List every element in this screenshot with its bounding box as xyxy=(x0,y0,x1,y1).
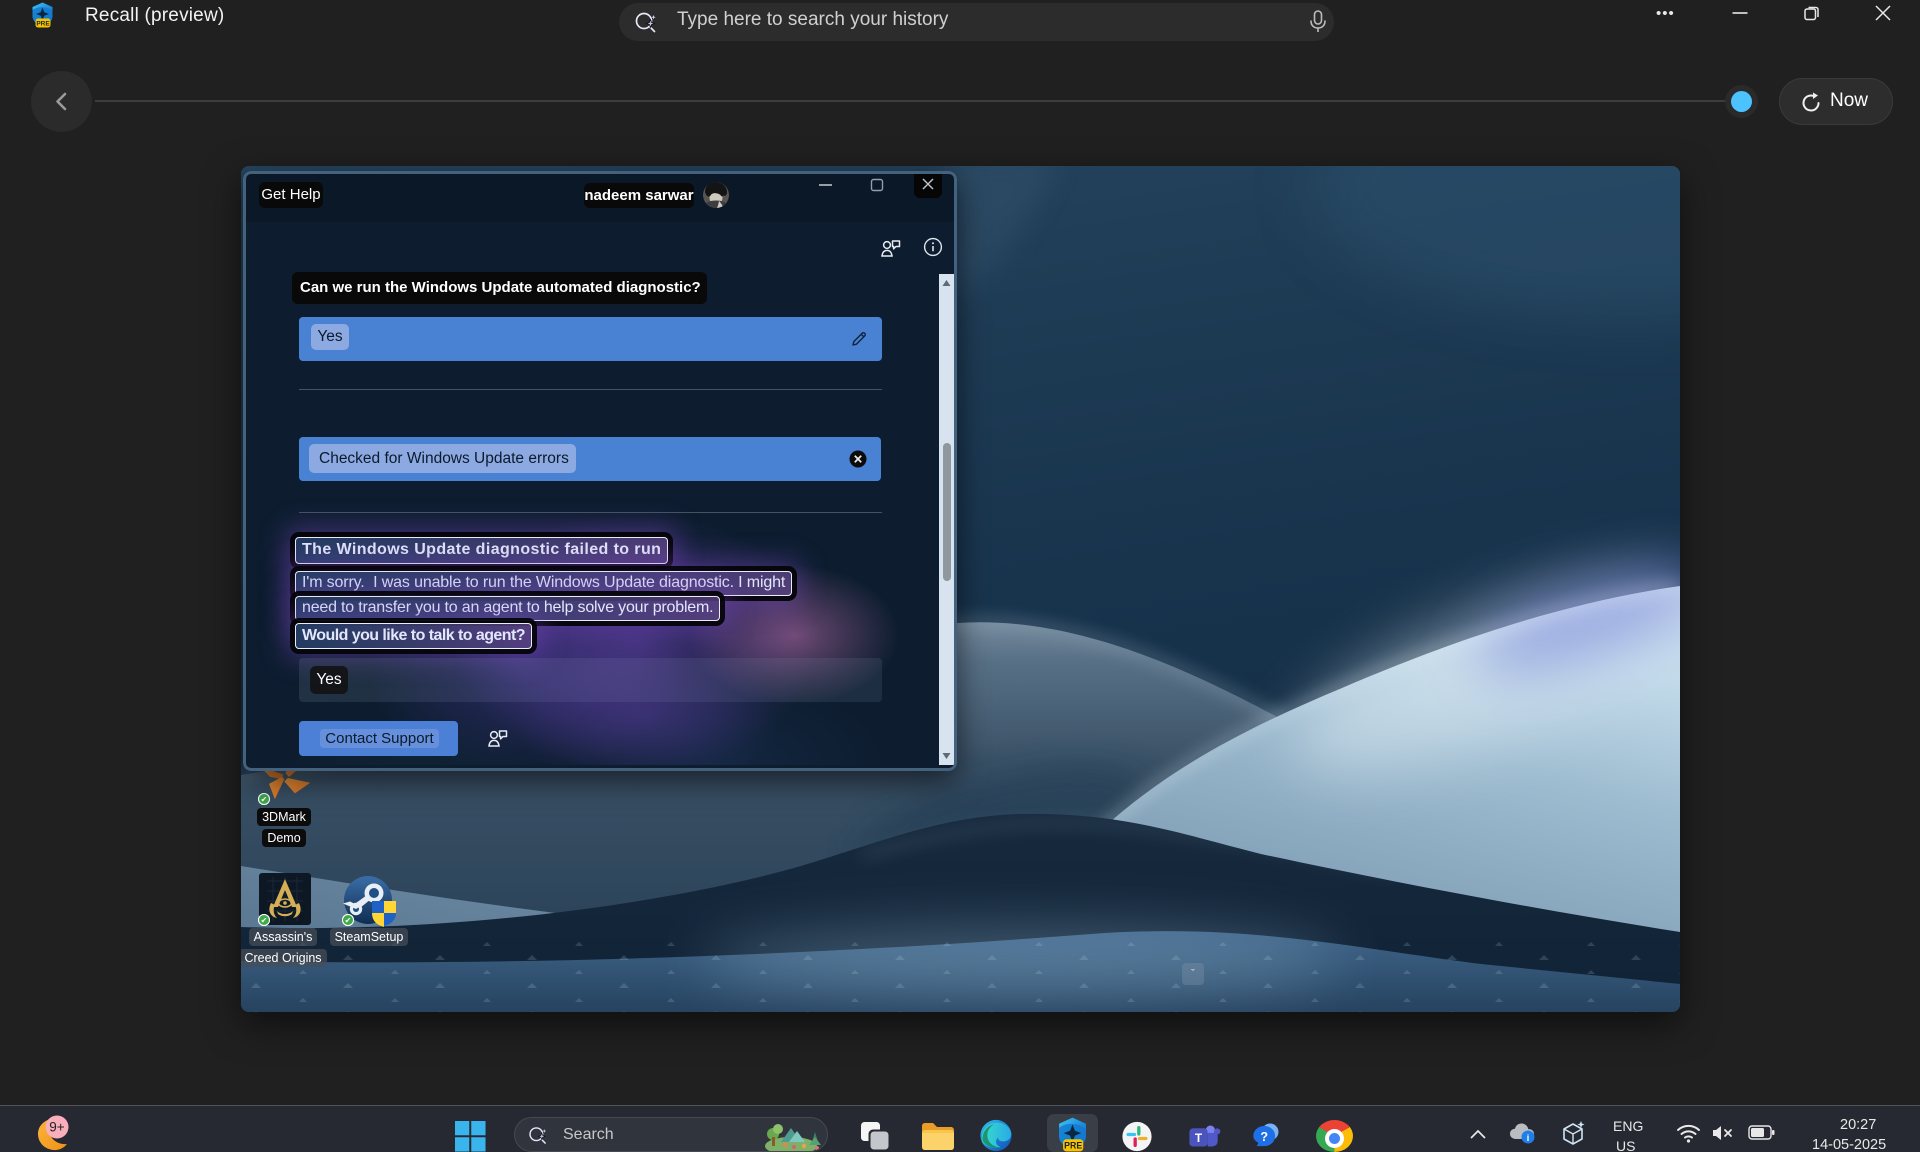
svg-text:PRE: PRE xyxy=(36,20,50,27)
svg-text:?: ? xyxy=(1260,1130,1268,1144)
svg-text:9+: 9+ xyxy=(49,1120,65,1135)
svg-text:i: i xyxy=(1527,1133,1530,1143)
svg-text:PRE: PRE xyxy=(1064,1141,1082,1151)
svg-text:T: T xyxy=(1195,1131,1203,1145)
